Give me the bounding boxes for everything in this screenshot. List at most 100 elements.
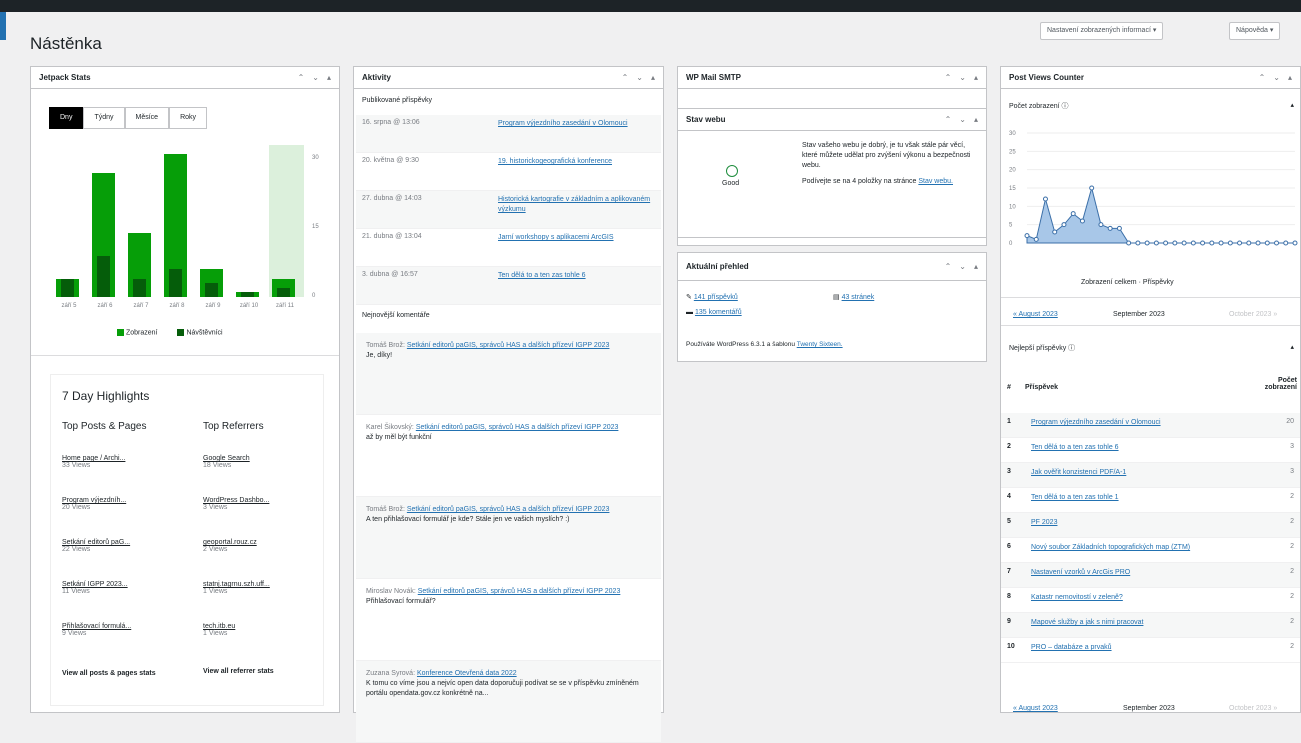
top-post-link[interactable]: Home page / Archi... <box>62 455 192 462</box>
top-referrer-link[interactable]: geoportal.rouz.cz <box>203 539 318 546</box>
top-post-link[interactable]: Program výjezdníh... <box>62 497 192 504</box>
published-post-link[interactable]: Jarní workshopy s aplikacemi ArcGIS <box>498 233 655 262</box>
prev-month-link[interactable]: « August 2023 <box>1013 311 1058 318</box>
collapse-icon[interactable]: ▴ <box>1290 101 1294 109</box>
data-point[interactable] <box>1135 240 1141 246</box>
top-post-link[interactable]: PRO – databáze a prvaků <box>1031 643 1264 652</box>
data-point[interactable] <box>1200 240 1206 246</box>
data-point[interactable] <box>1116 225 1122 231</box>
view-all-posts-link[interactable]: View all posts & pages stats <box>62 668 182 680</box>
comment-post-link[interactable]: Konference Otevřená data 2022 <box>417 670 517 677</box>
next-month-link[interactable]: October 2023 » <box>1229 705 1277 712</box>
published-post-link[interactable]: Program výjezdního zasedání v Olomouci <box>498 119 655 148</box>
top-post-link[interactable]: Nový soubor Základních topografických ma… <box>1031 543 1264 552</box>
data-point[interactable] <box>1292 240 1298 246</box>
comment-post-link[interactable]: Setkání editorů paGIS, správců HAS a dal… <box>407 506 610 513</box>
data-point[interactable] <box>1126 240 1132 246</box>
top-post-link[interactable]: Setkání editorů paG... <box>62 539 192 546</box>
move-up-icon[interactable]: ⌃ <box>622 73 629 82</box>
data-point[interactable] <box>1246 240 1252 246</box>
top-referrer-link[interactable]: WordPress Dashbo... <box>203 497 318 504</box>
toggle-icon[interactable]: ▴ <box>974 115 978 124</box>
data-point[interactable] <box>1070 211 1076 217</box>
data-point[interactable] <box>1163 240 1169 246</box>
tab-days[interactable]: Dny <box>49 107 84 129</box>
data-point[interactable] <box>1079 218 1085 224</box>
data-point[interactable] <box>1264 240 1270 246</box>
tab-weeks[interactable]: Týdny <box>83 107 125 129</box>
move-up-icon[interactable]: ⌃ <box>945 115 952 124</box>
view-all-referrers-link[interactable]: View all referrer stats <box>203 668 318 675</box>
toggle-icon[interactable]: ▴ <box>1288 73 1292 82</box>
data-point[interactable] <box>1237 240 1243 246</box>
top-post-link[interactable]: Ten dělá to a ten zas tohle 6 <box>1031 443 1264 452</box>
data-point[interactable] <box>1283 240 1289 246</box>
move-up-icon[interactable]: ⌃ <box>945 262 952 271</box>
data-point[interactable] <box>1172 240 1178 246</box>
comment-post-link[interactable]: Setkání editorů paGIS, správců HAS a dal… <box>407 342 610 349</box>
top-post-link[interactable]: PF 2023 <box>1031 518 1264 527</box>
pages-count-link[interactable]: 43 stránek <box>842 294 875 301</box>
toggle-icon[interactable]: ▴ <box>327 73 331 82</box>
move-up-icon[interactable]: ⌃ <box>1259 73 1266 82</box>
move-up-icon[interactable]: ⌃ <box>298 73 305 82</box>
site-health-link[interactable]: Stav webu. <box>918 178 953 185</box>
top-post-row: 6 Nový soubor Základních topografických m… <box>1001 538 1300 563</box>
data-point[interactable] <box>1061 222 1067 228</box>
data-point[interactable] <box>1144 240 1150 246</box>
published-post-link[interactable]: Ten dělá to a ten zas tohle 6 <box>498 271 655 300</box>
published-post-link[interactable]: Historická kartografie v základním a apl… <box>498 195 655 224</box>
top-referrer-link[interactable]: statnj.tagrnu.szh.uff... <box>203 581 318 588</box>
next-month-link[interactable]: October 2023 » <box>1229 311 1277 318</box>
data-point[interactable] <box>1255 240 1261 246</box>
data-point[interactable] <box>1107 225 1113 231</box>
move-down-icon[interactable]: ⌄ <box>636 73 643 82</box>
tab-years[interactable]: Roky <box>169 107 208 129</box>
move-down-icon[interactable]: ⌄ <box>312 73 319 82</box>
move-down-icon[interactable]: ⌄ <box>959 73 966 82</box>
top-post-link[interactable]: Přihlašovací formulá... <box>62 623 192 630</box>
help-button[interactable]: Nápověda ▾ <box>1229 22 1281 40</box>
collapse-icon[interactable]: ▴ <box>1290 343 1294 351</box>
top-referrer-link[interactable]: tech.itb.eu <box>203 623 318 630</box>
published-post-link[interactable]: 19. historickogeografická konference <box>498 157 655 186</box>
data-point[interactable] <box>1024 233 1030 239</box>
data-point[interactable] <box>1153 240 1159 246</box>
top-referrer-link[interactable]: Google Search <box>203 455 318 462</box>
tab-months[interactable]: Měsíce <box>124 107 170 129</box>
top-post-link[interactable]: Mapové služby a jak s nimi pracovat <box>1031 618 1264 627</box>
screen-options-button[interactable]: Nastavení zobrazených informací ▾ <box>1040 22 1164 40</box>
top-post-link[interactable]: Jak ověřit konzistenci PDF/A-1 <box>1031 468 1264 477</box>
data-point[interactable] <box>1089 185 1095 191</box>
posts-count-link[interactable]: 141 příspěvků <box>694 294 738 301</box>
data-point[interactable] <box>1190 240 1196 246</box>
top-post-link[interactable]: Setkání IGPP 2023... <box>62 581 192 588</box>
stats-bar-chart: září 5 září 6 září 7 září 8 září 9 září 10 zář… <box>49 145 329 315</box>
move-down-icon[interactable]: ⌄ <box>959 115 966 124</box>
top-post-link[interactable]: Program výjezdního zasedání v Olomouci <box>1031 418 1264 427</box>
data-point[interactable] <box>1209 240 1215 246</box>
comment-post-link[interactable]: Setkání editorů paGIS, správců HAS a dal… <box>416 424 619 431</box>
top-post-link[interactable]: Nastavení vzorků v ArcGis PRO <box>1031 568 1264 577</box>
data-point[interactable] <box>1218 240 1224 246</box>
data-point[interactable] <box>1181 240 1187 246</box>
top-post-link[interactable]: Katastr nemovitostí v zeleně? <box>1031 593 1264 602</box>
move-down-icon[interactable]: ⌄ <box>1273 73 1280 82</box>
toggle-icon[interactable]: ▴ <box>974 262 978 271</box>
toggle-icon[interactable]: ▴ <box>974 73 978 82</box>
y-tick-label: 30 <box>312 154 319 161</box>
move-down-icon[interactable]: ⌄ <box>959 262 966 271</box>
data-point[interactable] <box>1098 222 1104 228</box>
data-point[interactable] <box>1227 240 1233 246</box>
data-point[interactable] <box>1274 240 1280 246</box>
data-point[interactable] <box>1052 229 1058 235</box>
comment-post-link[interactable]: Setkání editorů paGIS, správců HAS a dal… <box>418 588 621 595</box>
top-post-link[interactable]: Ten dělá to a ten zas tohle 1 <box>1031 493 1264 502</box>
toggle-icon[interactable]: ▴ <box>651 73 655 82</box>
theme-link[interactable]: Twenty Sixteen. <box>797 341 843 348</box>
data-point[interactable] <box>1033 236 1039 242</box>
comments-count-link[interactable]: 135 komentářů <box>695 309 742 316</box>
move-up-icon[interactable]: ⌃ <box>945 73 952 82</box>
data-point[interactable] <box>1042 196 1048 202</box>
prev-month-link[interactable]: « August 2023 <box>1013 705 1058 712</box>
